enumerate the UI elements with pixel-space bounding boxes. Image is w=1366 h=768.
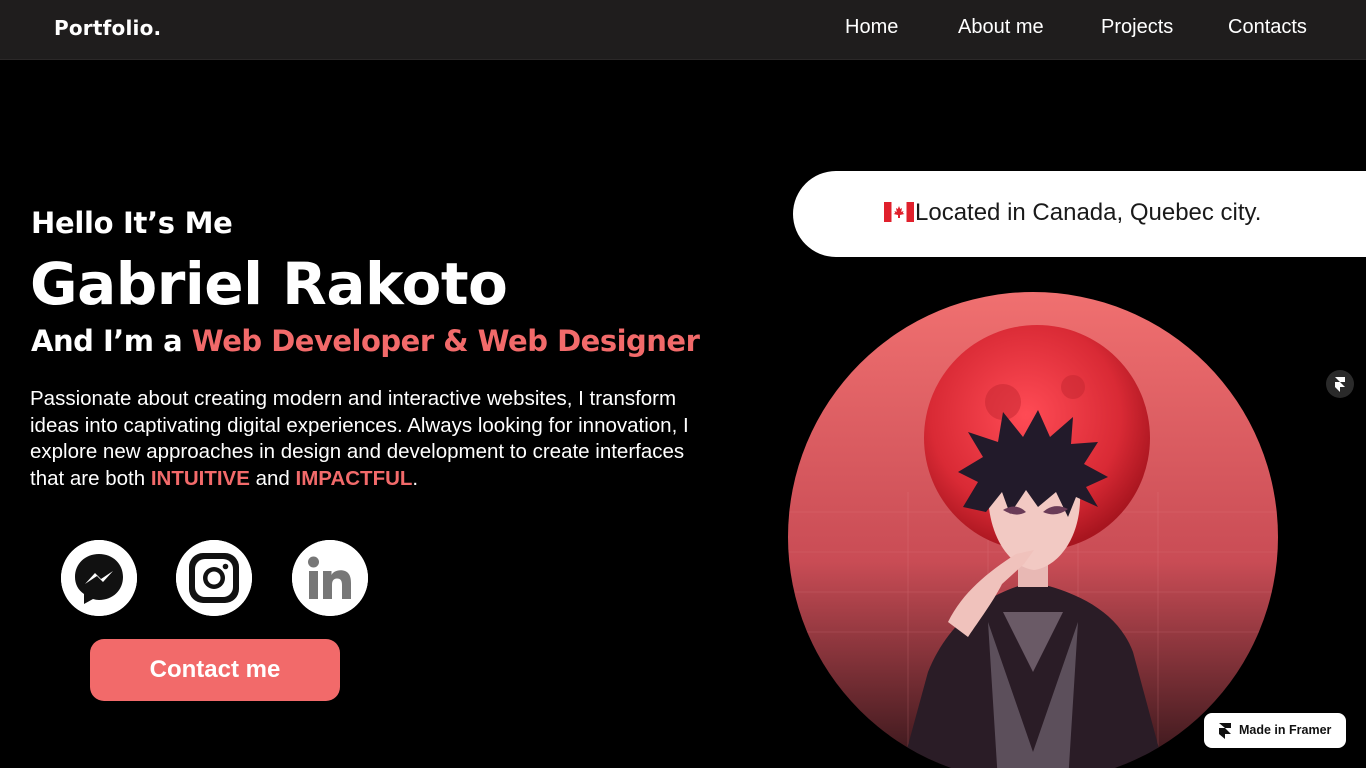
hero-role: And I’m a Web Developer & Web Designer bbox=[31, 324, 700, 358]
hero-name: Gabriel Rakoto bbox=[30, 250, 508, 318]
nav-about-me[interactable]: About me bbox=[958, 16, 1044, 39]
description-end: . bbox=[412, 466, 419, 490]
top-navbar: Portfolio. Home About me Projects Contac… bbox=[0, 0, 1366, 60]
linkedin-icon bbox=[292, 540, 368, 616]
hero-description: Passionate about creating modern and int… bbox=[30, 386, 700, 492]
messenger-link[interactable] bbox=[61, 540, 137, 616]
canada-flag-icon bbox=[884, 202, 914, 222]
framer-logo-icon bbox=[1219, 723, 1231, 739]
location-text: Located in Canada, Quebec city. bbox=[884, 199, 1261, 227]
hero-greeting: Hello It’s Me bbox=[31, 206, 233, 240]
linkedin-link[interactable] bbox=[292, 540, 368, 616]
role-prefix: And I’m a bbox=[31, 324, 192, 358]
nav-contacts[interactable]: Contacts bbox=[1228, 16, 1307, 39]
framer-icon bbox=[1335, 377, 1345, 392]
nav-projects[interactable]: Projects bbox=[1101, 16, 1173, 39]
logo[interactable]: Portfolio. bbox=[54, 16, 161, 40]
anime-character-illustration bbox=[788, 292, 1278, 768]
framer-floating-icon[interactable] bbox=[1326, 370, 1354, 398]
nav-home[interactable]: Home bbox=[845, 16, 898, 39]
description-and: and bbox=[249, 466, 296, 490]
instagram-link[interactable] bbox=[176, 540, 252, 616]
highlight-intuitive: INTUITIVE bbox=[150, 466, 250, 490]
made-in-framer-badge[interactable]: Made in Framer bbox=[1204, 713, 1346, 748]
messenger-icon bbox=[61, 540, 137, 616]
contact-me-button[interactable]: Contact me bbox=[90, 639, 340, 701]
highlight-impactful: IMPACTFUL bbox=[295, 466, 413, 490]
location-pill: Located in Canada, Quebec city. bbox=[793, 171, 1366, 257]
location-label: Located in Canada, Quebec city. bbox=[915, 199, 1262, 226]
instagram-icon bbox=[176, 540, 252, 616]
made-in-framer-label: Made in Framer bbox=[1239, 723, 1332, 737]
role-accent: Web Developer & Web Designer bbox=[191, 324, 700, 358]
profile-avatar bbox=[788, 292, 1278, 768]
